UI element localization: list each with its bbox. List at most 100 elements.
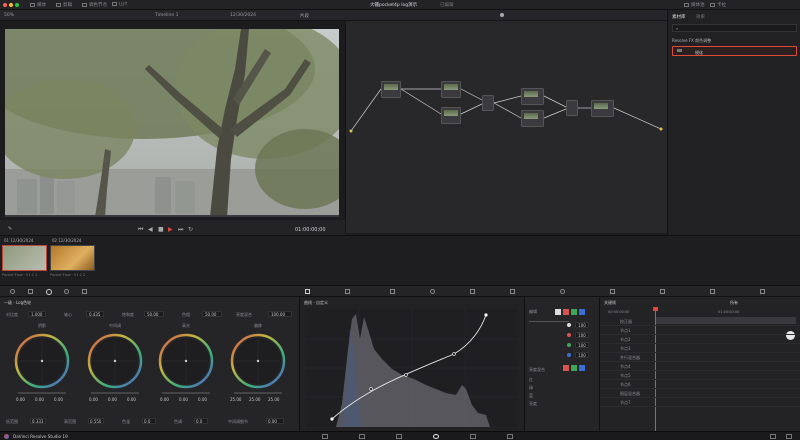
node-04[interactable] (521, 88, 544, 105)
softclip-r-toggle[interactable] (563, 365, 569, 371)
red-value-field[interactable]: 100 (575, 332, 589, 338)
tracker-icon[interactable] (470, 289, 475, 294)
node-01[interactable] (381, 81, 401, 98)
kf-row[interactable]: 节点2 (600, 335, 800, 344)
low-range-field[interactable]: 0.333 (30, 418, 46, 424)
fusion-page-icon[interactable] (470, 434, 476, 439)
step-back-button[interactable]: ◀ (148, 226, 153, 233)
sizing-icon[interactable] (660, 289, 665, 294)
node-02[interactable] (441, 81, 461, 98)
rgb-mixer-icon[interactable] (64, 289, 69, 294)
curve-point[interactable] (452, 352, 456, 356)
blur-icon[interactable] (560, 289, 565, 294)
playhead-handle-icon[interactable] (653, 307, 658, 311)
luma-value-field[interactable]: 100 (575, 322, 589, 328)
kf-row[interactable]: 节点5 (600, 371, 800, 380)
media-page-icon[interactable] (322, 434, 328, 439)
wheel-value-r[interactable]: 0.00 (89, 397, 98, 402)
wheel-value-g[interactable]: 0.00 (35, 397, 44, 402)
wheel-value-g[interactable]: 25.00 (249, 397, 260, 402)
curve-point[interactable] (330, 417, 334, 421)
softclip-b-toggle[interactable] (579, 365, 585, 371)
curves-icon[interactable] (305, 289, 310, 294)
channel-r-toggle[interactable] (563, 309, 569, 315)
wheel-value-b[interactable]: 0.00 (198, 397, 207, 402)
node-06[interactable] (591, 100, 614, 117)
color-match-icon[interactable] (28, 289, 33, 294)
3d-icon[interactable] (710, 289, 715, 294)
home-icon[interactable] (770, 434, 776, 439)
camera-raw-icon[interactable] (10, 289, 15, 294)
softclip-g-toggle[interactable] (571, 365, 577, 371)
curve-point[interactable] (404, 373, 408, 377)
curve-point[interactable] (369, 387, 373, 391)
parallel-mixer-node[interactable] (482, 95, 494, 111)
node-05[interactable] (521, 110, 544, 127)
wheel-value-b[interactable]: 25.00 (268, 397, 279, 402)
curve-editor[interactable] (306, 309, 518, 427)
wheel-master-slider[interactable] (91, 392, 139, 394)
kf-row[interactable]: 节点4 (600, 362, 800, 371)
tint-field[interactable]: 0.0 (194, 418, 208, 424)
wheel-value-g[interactable]: 0.00 (179, 397, 188, 402)
color-wheels-icon[interactable] (46, 289, 52, 295)
topbar-item-media-pool[interactable]: 媒体池 (684, 2, 705, 8)
wheel-value-r[interactable]: 25.00 (230, 397, 241, 402)
play-button[interactable]: ▶ (168, 226, 173, 233)
kf-row[interactable]: 校正器 (600, 317, 800, 326)
wheel-master-slider[interactable] (18, 392, 66, 394)
green-value-field[interactable]: 100 (575, 342, 589, 348)
fx-category[interactable]: Resolve FX 颜色调整 (672, 38, 711, 44)
skip-end-button[interactable]: ⏭ (178, 226, 183, 234)
blue-value-field[interactable]: 100 (575, 352, 589, 358)
clip-mode[interactable]: 片段 (300, 13, 309, 19)
loop-button[interactable]: ↻ (188, 226, 193, 233)
wheel-value-r[interactable]: 0.00 (16, 397, 25, 402)
fairlight-page-icon[interactable] (507, 434, 513, 439)
video-viewer[interactable] (5, 29, 339, 217)
curve-point[interactable] (484, 313, 488, 317)
kf-row[interactable]: 节点1 (600, 326, 800, 335)
wheel-value-b[interactable]: 0.00 (127, 397, 136, 402)
zoom-level[interactable]: 50% (4, 13, 14, 18)
channel-b-toggle[interactable] (579, 309, 585, 315)
window-icon[interactable] (430, 289, 435, 294)
channel-y-toggle[interactable] (555, 309, 561, 315)
node-03[interactable] (441, 107, 461, 124)
tab-library[interactable]: 素材库 (672, 14, 686, 20)
lum-mix-field[interactable]: 100.00 (268, 311, 292, 317)
channel-g-toggle[interactable] (571, 309, 577, 315)
node-graph[interactable] (345, 21, 667, 233)
kf-row[interactable]: 节点6 (600, 380, 800, 389)
keyframes-filter[interactable]: 所有 (730, 300, 738, 306)
wheel-midtones[interactable]: 中间调 0.00 0.00 0.00 (87, 323, 143, 415)
kf-row[interactable]: 图层混合器 (600, 389, 800, 398)
topbar-item-media[interactable]: 媒体 (30, 2, 46, 8)
wheel-highlights[interactable]: 高光 0.00 0.00 0.00 (158, 323, 214, 415)
close-window-icon[interactable] (3, 3, 7, 7)
topbar-item-color-nodes[interactable]: 调色节点 (82, 2, 107, 8)
settings-gear-icon[interactable] (786, 434, 792, 439)
color-warper-icon[interactable] (345, 289, 350, 294)
motion-effects-icon[interactable] (82, 289, 87, 294)
timeline-selector[interactable]: Timeline 1 (155, 13, 178, 18)
topbar-item-effects[interactable]: 卡拉 (710, 2, 726, 8)
wheel-master-slider[interactable] (234, 392, 282, 394)
cut-page-icon[interactable] (359, 434, 365, 439)
pivot-field[interactable]: 0.435 (86, 311, 104, 317)
key-icon[interactable] (610, 289, 615, 294)
wheel-value-b[interactable]: 0.00 (54, 397, 63, 402)
saturation-field[interactable]: 50.00 (144, 311, 164, 317)
kf-row[interactable]: 节点7 (600, 398, 800, 407)
scopes-icon[interactable] (760, 289, 765, 294)
kf-row[interactable]: 节点3 (600, 344, 800, 353)
wheel-master-slider[interactable] (162, 392, 210, 394)
tab-effects[interactable]: 效果 (696, 14, 705, 20)
hue-field[interactable]: 50.00 (202, 311, 222, 317)
fx-item-selected[interactable]: 锐化 (672, 46, 797, 56)
qualifier-icon[interactable] (390, 289, 395, 294)
viewer-scrubber[interactable] (5, 215, 339, 217)
wheel-value-g[interactable]: 0.00 (108, 397, 117, 402)
skip-start-button[interactable]: ⏮ (138, 226, 143, 234)
color-page-icon[interactable] (433, 434, 439, 439)
